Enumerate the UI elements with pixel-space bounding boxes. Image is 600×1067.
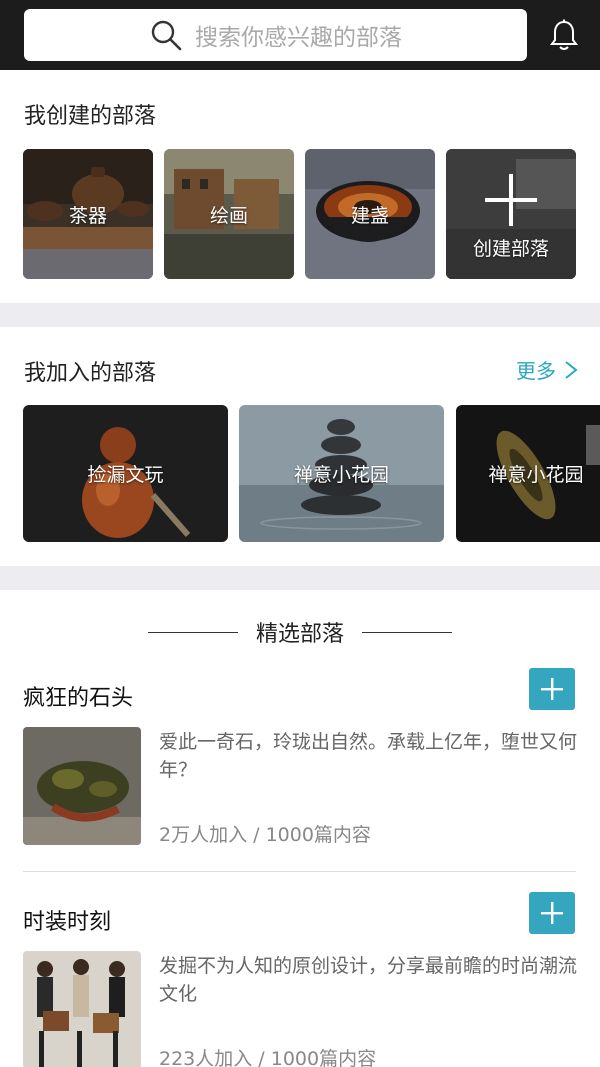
bell-icon[interactable]	[549, 19, 579, 53]
created-tribes-title: 我创建的部落	[24, 104, 157, 129]
joined-tribes-title: 我加入的部落	[24, 361, 157, 386]
featured-header: 精选部落	[0, 618, 600, 647]
joined-tile-label: 捡漏文玩	[87, 464, 164, 486]
created-tribes-section: 我创建的部落 茶器 绘画 建盏 创建部落	[0, 70, 600, 303]
tribe-thumbnail	[23, 951, 141, 1067]
tribe-name: 疯狂的石头	[23, 686, 134, 711]
plus-icon	[485, 173, 537, 226]
header-divider-right	[362, 631, 452, 633]
tribe-description: 发掘不为人知的原创设计，分享最前瞻的时尚潮流文化	[159, 955, 578, 1005]
joined-tile-antiques[interactable]: 捡漏文玩	[23, 405, 228, 542]
created-tile-label: 茶器	[68, 204, 107, 227]
tribe-description: 爱此一奇石，玲珑出自然。承载上亿年，堕世又何年？	[159, 731, 578, 781]
item-divider	[23, 871, 576, 872]
search-placeholder: 搜索你感兴趣的部落	[195, 25, 402, 51]
create-tribe-label: 创建部落	[472, 237, 549, 260]
more-label: 更多	[516, 359, 556, 383]
join-tribe-button[interactable]	[529, 668, 575, 710]
featured-tribe-item[interactable]: 疯狂的石头 爱此一奇石，玲珑出自然。承载上亿年，堕世又何年？ 2万人加入 / 1…	[0, 668, 600, 873]
joined-tile-label: 禅意小花园	[293, 464, 389, 486]
joined-tile-zen-garden[interactable]: 禅意小花园	[239, 405, 444, 542]
fashion-image	[23, 951, 141, 1067]
created-tile-label: 建盏	[350, 204, 389, 227]
joined-tile-zen-garden-2[interactable]: 禅意小花园	[456, 405, 600, 542]
more-link[interactable]: 更多	[516, 355, 578, 384]
featured-tribes-section: 精选部落 疯狂的石头 爱此一奇石，玲珑出自然。承载上亿年，堕世又何年？ 2万人加…	[0, 590, 600, 1067]
create-tribe-button[interactable]: 创建部落	[446, 149, 576, 279]
top-bar: 搜索你感兴趣的部落	[0, 0, 600, 70]
join-tribe-button[interactable]	[529, 892, 575, 934]
featured-tribe-item[interactable]: 时装时刻 发掘不为人知的原创设计，分享最前瞻的时尚潮流文化 223人加入 / 1…	[0, 892, 600, 1067]
tribe-name: 时装时刻	[23, 910, 112, 935]
featured-title: 精选部落	[255, 622, 344, 647]
created-tile-tea[interactable]: 茶器	[23, 149, 153, 279]
search-icon	[151, 20, 182, 51]
created-tile-painting[interactable]: 绘画	[164, 149, 294, 279]
plus-icon	[541, 902, 563, 924]
joined-tile-label: 禅意小花园	[488, 464, 584, 486]
chevron-right-icon	[565, 360, 578, 379]
plus-icon	[541, 678, 563, 700]
header-divider-left	[147, 631, 238, 633]
tribe-stats: 2万人加入 / 1000篇内容	[159, 824, 371, 846]
created-tile-label: 绘画	[209, 204, 248, 227]
stone-image	[23, 727, 141, 845]
joined-tribes-section: 我加入的部落 更多 捡漏文玩 禅意小花园 禅意小花园	[0, 327, 600, 566]
tribe-stats: 223人加入 / 1000篇内容	[159, 1048, 377, 1067]
tribe-thumbnail	[23, 727, 141, 845]
created-tile-bowl[interactable]: 建盏	[305, 149, 435, 279]
search-input[interactable]: 搜索你感兴趣的部落	[24, 9, 527, 61]
